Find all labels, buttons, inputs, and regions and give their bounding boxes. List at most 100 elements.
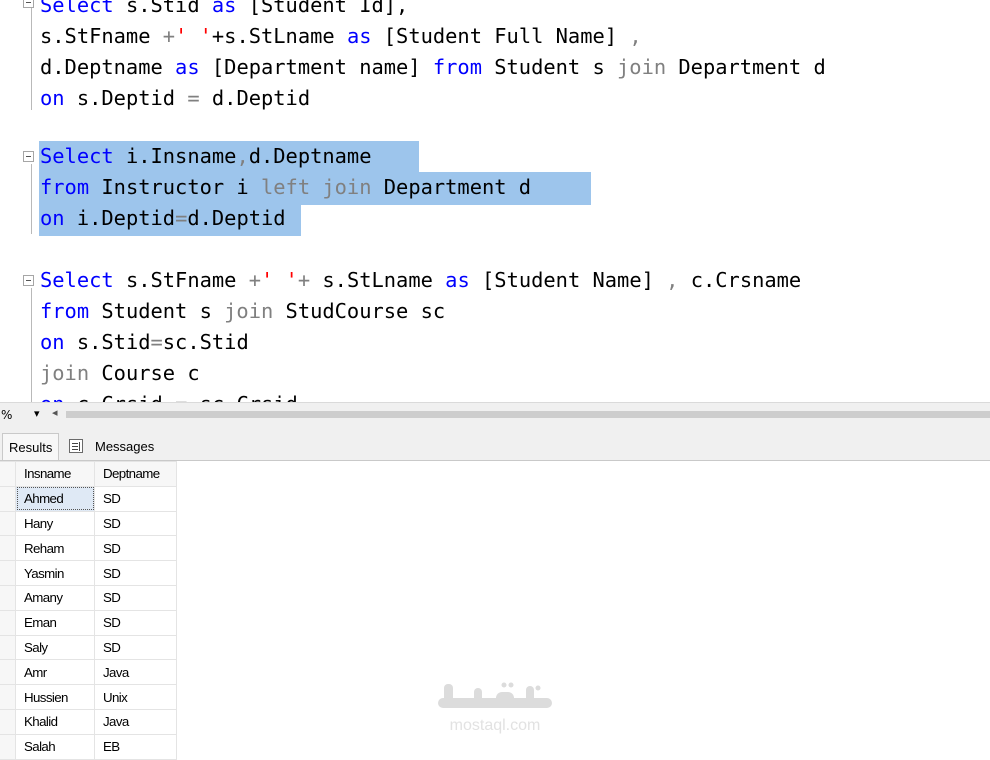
row-header[interactable] [0,535,16,562]
code-token: s.StFname [40,24,163,48]
code-token: on [40,206,65,230]
code-token: as [175,55,200,79]
table-row[interactable]: Amr Java [0,659,177,686]
table-row[interactable]: Hany SD [0,510,177,537]
cell-insname[interactable]: Amr [15,659,95,686]
fold-guide [31,288,32,402]
table-row[interactable]: Saly SD [0,634,177,661]
code-token: as [346,24,372,48]
cell-deptname[interactable]: EB [94,733,177,760]
code-token: Department d [666,55,826,79]
tab-messages[interactable]: Messages [63,433,160,460]
cell-insname[interactable]: Yasmin [15,560,95,586]
messages-icon [69,439,83,453]
cell-deptname[interactable]: SD [94,485,177,512]
zoom-level[interactable]: % [1,408,12,422]
cell-deptname[interactable]: Java [94,708,177,735]
code-token: from [40,299,90,323]
table-row[interactable]: Yasmin SD [0,560,177,586]
cell-deptname[interactable]: Java [94,659,177,686]
cell-insname[interactable]: Saly [15,634,95,661]
code-token: as [445,268,470,292]
code-token: on [40,330,65,354]
code-token: , [666,268,679,292]
cell-insname[interactable]: Ahmed [15,485,95,512]
code-token: Select [40,0,114,17]
code-token: Student s [89,299,225,323]
tab-results[interactable]: Results [2,433,60,460]
row-header[interactable] [0,733,16,760]
code-token: s.Stid [113,0,212,17]
sql-editor[interactable]: Select s.Stid as [Student Id], s.StFname … [0,0,990,402]
horizontal-scrollbar[interactable] [66,411,990,418]
code-token: = [175,206,188,230]
code-token: i.Deptid [64,206,176,230]
code-token: join [224,299,274,323]
collapse-query-icon[interactable] [23,151,34,162]
table-row[interactable]: Khalid Java [0,708,177,735]
row-header[interactable] [0,659,16,686]
cell-deptname[interactable]: SD [94,560,177,586]
table-row[interactable]: Ahmed SD [0,485,177,512]
code-token: , [236,144,249,168]
grid-header-row: Insname Deptname [0,461,177,487]
column-header-deptname[interactable]: Deptname [94,461,177,487]
row-header-corner[interactable] [0,461,16,487]
code-line: Select i.Insname,d.Deptname [40,141,371,172]
cell-insname[interactable]: Eman [15,609,95,636]
cell-insname[interactable]: Khalid [15,708,95,735]
code-token: Course c [89,361,200,385]
cell-deptname[interactable]: SD [94,609,177,636]
cell-deptname[interactable]: Unix [94,684,177,710]
code-token: d.Deptid [187,206,286,230]
code-token: [Department name] [199,55,433,79]
table-row[interactable]: Salah EB [0,733,177,760]
code-line: from Instructor i left join Department d [40,172,531,203]
tab-messages-label: Messages [95,439,155,454]
code-token: d.Deptid [199,86,311,110]
row-header[interactable] [0,584,16,611]
row-header[interactable] [0,609,16,636]
row-header[interactable] [0,708,16,735]
code-token: s.StLname [310,268,446,292]
cell-insname[interactable]: Reham [15,535,95,562]
row-header[interactable] [0,510,16,537]
chevron-down-icon[interactable]: ▾ [34,407,40,420]
cell-insname[interactable]: Hany [15,510,95,537]
code-token: Select [40,144,114,168]
code-token: left join [260,175,372,199]
row-header[interactable] [0,634,16,661]
cell-insname[interactable]: Hussien [15,684,95,710]
code-token: Select [40,268,114,292]
collapse-query-icon[interactable] [23,275,34,286]
code-token: ' ' [261,268,298,292]
cell-deptname[interactable]: SD [94,510,177,537]
code-token: [Student Name] [469,268,667,292]
row-header[interactable] [0,684,16,710]
code-line: on s.Deptid = d.Deptid [40,83,310,114]
cell-deptname[interactable]: SD [94,535,177,562]
code-token: i.Insname [113,144,237,168]
cell-deptname[interactable]: SD [94,584,177,611]
code-token: from [432,55,482,79]
code-token: [Student Full Name] [371,24,630,48]
code-line: on i.Deptid=d.Deptid [40,203,286,234]
cell-insname[interactable]: Salah [15,733,95,760]
column-header-insname[interactable]: Insname [15,461,95,487]
table-row[interactable]: Eman SD [0,609,177,636]
code-token: + [297,268,311,292]
table-row[interactable]: Hussien Unix [0,684,177,710]
cell-insname[interactable]: Amany [15,584,95,611]
code-token: StudCourse sc [273,299,446,323]
table-row[interactable]: Reham SD [0,535,177,562]
watermark-text: mostaql.com [449,717,541,734]
collapse-query-icon[interactable] [23,0,34,8]
code-token: join [40,361,90,385]
cell-deptname[interactable]: SD [94,634,177,661]
chevron-left-icon[interactable]: ◂ [52,406,58,419]
table-row[interactable]: Amany SD [0,584,177,611]
row-header[interactable] [0,560,16,586]
code-token: s.Deptid [64,86,188,110]
code-line: from Student s join StudCourse sc [40,296,445,327]
row-header[interactable] [0,485,16,512]
